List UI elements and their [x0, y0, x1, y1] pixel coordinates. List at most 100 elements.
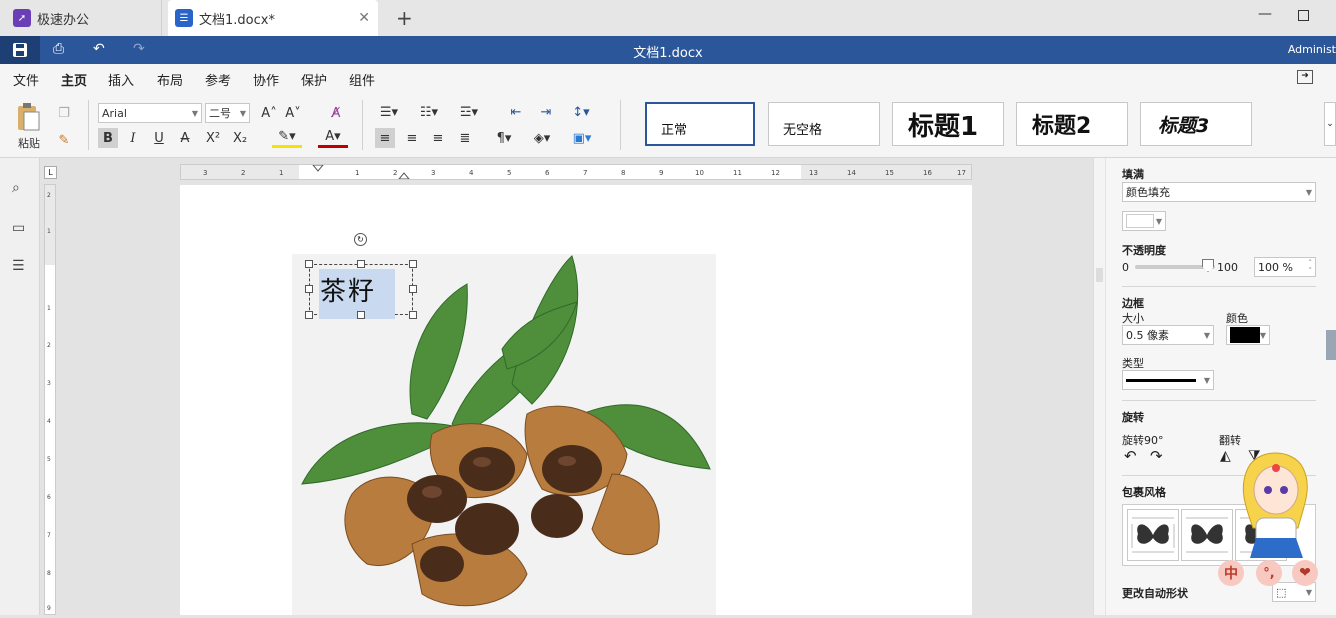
- subscript-button[interactable]: X₂: [229, 128, 251, 148]
- line-spacing-icon[interactable]: ↕▾: [566, 103, 596, 121]
- styles-more-button[interactable]: ⌄: [1324, 102, 1336, 146]
- panel-scrollbar-thumb[interactable]: [1326, 330, 1336, 360]
- document-page[interactable]: ↻ 茶籽: [180, 185, 972, 615]
- copy-icon[interactable]: ❐: [55, 105, 73, 121]
- resize-handle[interactable]: [357, 311, 365, 319]
- menu-layout[interactable]: 布局: [157, 70, 183, 89]
- shrink-font-icon[interactable]: A˅: [282, 103, 304, 123]
- align-right-icon[interactable]: ≡: [428, 128, 448, 148]
- resize-handle[interactable]: [305, 260, 313, 268]
- horizontal-ruler[interactable]: 321 1234 5678 9 10 11 12 13 14 15 16 17: [180, 164, 972, 180]
- document-scrollbar[interactable]: [1093, 158, 1105, 615]
- comments-icon[interactable]: ▭: [12, 220, 25, 236]
- superscript-button[interactable]: X²: [202, 128, 224, 148]
- tab-stop-selector[interactable]: L: [44, 166, 57, 179]
- rotate-left-icon[interactable]: ↶: [1124, 447, 1137, 465]
- wrap-inline-button[interactable]: [1127, 509, 1179, 561]
- justify-icon[interactable]: ≣: [455, 128, 475, 148]
- textbox-text[interactable]: 茶籽: [320, 271, 376, 308]
- border-type-select[interactable]: ▼: [1122, 370, 1214, 390]
- bold-button[interactable]: B: [98, 128, 118, 148]
- close-tab-icon[interactable]: ✕: [358, 10, 370, 26]
- font-size-select[interactable]: 二号 ▼: [205, 103, 250, 123]
- align-center-icon[interactable]: ≡: [402, 128, 422, 148]
- svg-text:7: 7: [47, 532, 51, 539]
- increase-indent-icon[interactable]: ⇥: [535, 103, 557, 121]
- menu-plugins[interactable]: 组件: [349, 70, 375, 89]
- italic-button[interactable]: I: [124, 128, 142, 148]
- resize-handle[interactable]: [409, 285, 417, 293]
- highlight-color-icon[interactable]: ✎▾: [272, 128, 302, 148]
- maximize-button[interactable]: [1298, 10, 1309, 21]
- style-heading2[interactable]: 标题2: [1016, 102, 1128, 146]
- font-color-icon[interactable]: A▾: [318, 128, 348, 148]
- rotate-right-icon[interactable]: ↷: [1150, 447, 1163, 465]
- user-name[interactable]: Administ: [1288, 43, 1336, 56]
- fill-heading: 填满: [1122, 168, 1144, 181]
- search-icon[interactable]: ⌕: [12, 180, 20, 196]
- separator: [362, 100, 363, 150]
- style-heading1[interactable]: 标题1: [892, 102, 1004, 146]
- resize-handle[interactable]: [357, 260, 365, 268]
- font-family-select[interactable]: Arial ▼: [98, 103, 202, 123]
- menu-file[interactable]: 文件: [13, 70, 39, 89]
- numbered-list-icon[interactable]: ☷▾: [415, 103, 443, 121]
- grow-font-icon[interactable]: A˄: [258, 103, 280, 123]
- new-tab-button[interactable]: +: [396, 6, 413, 30]
- multilevel-list-icon[interactable]: ☲▾: [455, 103, 483, 121]
- menu-insert[interactable]: 插入: [108, 70, 134, 89]
- opacity-input[interactable]: 100 % ˄ ˅: [1254, 257, 1316, 277]
- svg-text:4: 4: [47, 418, 51, 425]
- paste-label: 粘贴: [18, 137, 40, 150]
- fill-type-select[interactable]: 颜色填充 ▼: [1122, 182, 1316, 202]
- fill-color-picker[interactable]: ▼: [1122, 211, 1166, 231]
- border-size-select[interactable]: 0.5 像素 ▼: [1122, 325, 1214, 345]
- strikethrough-button[interactable]: A: [176, 128, 194, 148]
- separator: [620, 100, 621, 150]
- tab-label: 极速办公: [37, 12, 90, 28]
- minimize-button[interactable]: —: [1258, 6, 1272, 22]
- style-no-spacing[interactable]: 无空格: [768, 102, 880, 146]
- underline-button[interactable]: U: [150, 128, 168, 148]
- flip-label: 翻转: [1219, 434, 1241, 447]
- punctuation-badge[interactable]: °,: [1256, 560, 1282, 586]
- svg-text:6: 6: [545, 169, 550, 177]
- svg-text:17: 17: [957, 169, 966, 177]
- menu-collaborate[interactable]: 协作: [253, 70, 279, 89]
- tab-label: 文档1.docx*: [199, 12, 275, 28]
- paragraph-marks-icon[interactable]: ¶▾: [490, 128, 518, 148]
- resize-handle[interactable]: [409, 311, 417, 319]
- vertical-ruler[interactable]: 2 1 1 2 3 4 5 6 7 8 9: [44, 184, 56, 615]
- borders-icon[interactable]: ▣▾: [568, 128, 596, 148]
- clear-format-icon[interactable]: A̸: [325, 103, 347, 123]
- svg-text:1: 1: [47, 305, 51, 312]
- resize-handle[interactable]: [305, 311, 313, 319]
- resize-handle[interactable]: [305, 285, 313, 293]
- wrap-heading: 包裹风格: [1122, 486, 1166, 499]
- bullet-list-icon[interactable]: ☰▾: [375, 103, 403, 121]
- navigation-icon[interactable]: ☰: [12, 258, 25, 274]
- border-color-picker[interactable]: ▼: [1226, 325, 1270, 345]
- open-location-icon[interactable]: ➜: [1297, 70, 1313, 84]
- menu-references[interactable]: 参考: [205, 70, 231, 89]
- style-heading3[interactable]: 标题3: [1140, 102, 1252, 146]
- format-painter-icon[interactable]: ✎: [55, 132, 73, 148]
- shading-icon[interactable]: ◈▾: [528, 128, 556, 148]
- heart-badge[interactable]: ❤: [1292, 560, 1318, 586]
- decrease-indent-icon[interactable]: ⇤: [505, 103, 527, 121]
- resize-handle[interactable]: [409, 260, 417, 268]
- input-method-badge[interactable]: 中: [1218, 560, 1244, 586]
- rotate-handle-icon[interactable]: ↻: [354, 233, 367, 246]
- align-left-icon[interactable]: ≡: [375, 128, 395, 148]
- scrollbar-thumb[interactable]: [1096, 268, 1103, 282]
- clipboard-icon: [18, 103, 40, 131]
- window-title: 文档1.docx: [633, 46, 703, 61]
- menu-home[interactable]: 主页: [61, 70, 88, 94]
- tab-document[interactable]: ☰ 文档1.docx* ✕: [168, 0, 378, 36]
- paste-button[interactable]: [14, 102, 44, 132]
- style-normal[interactable]: 正常: [645, 102, 755, 146]
- selected-textbox[interactable]: 茶籽: [309, 264, 413, 319]
- menu-bar: 文件 主页 插入 布局 参考 协作 保护 组件 ➜: [0, 64, 1336, 94]
- tab-home[interactable]: ➚ 极速办公: [0, 0, 162, 36]
- menu-protect[interactable]: 保护: [301, 70, 327, 89]
